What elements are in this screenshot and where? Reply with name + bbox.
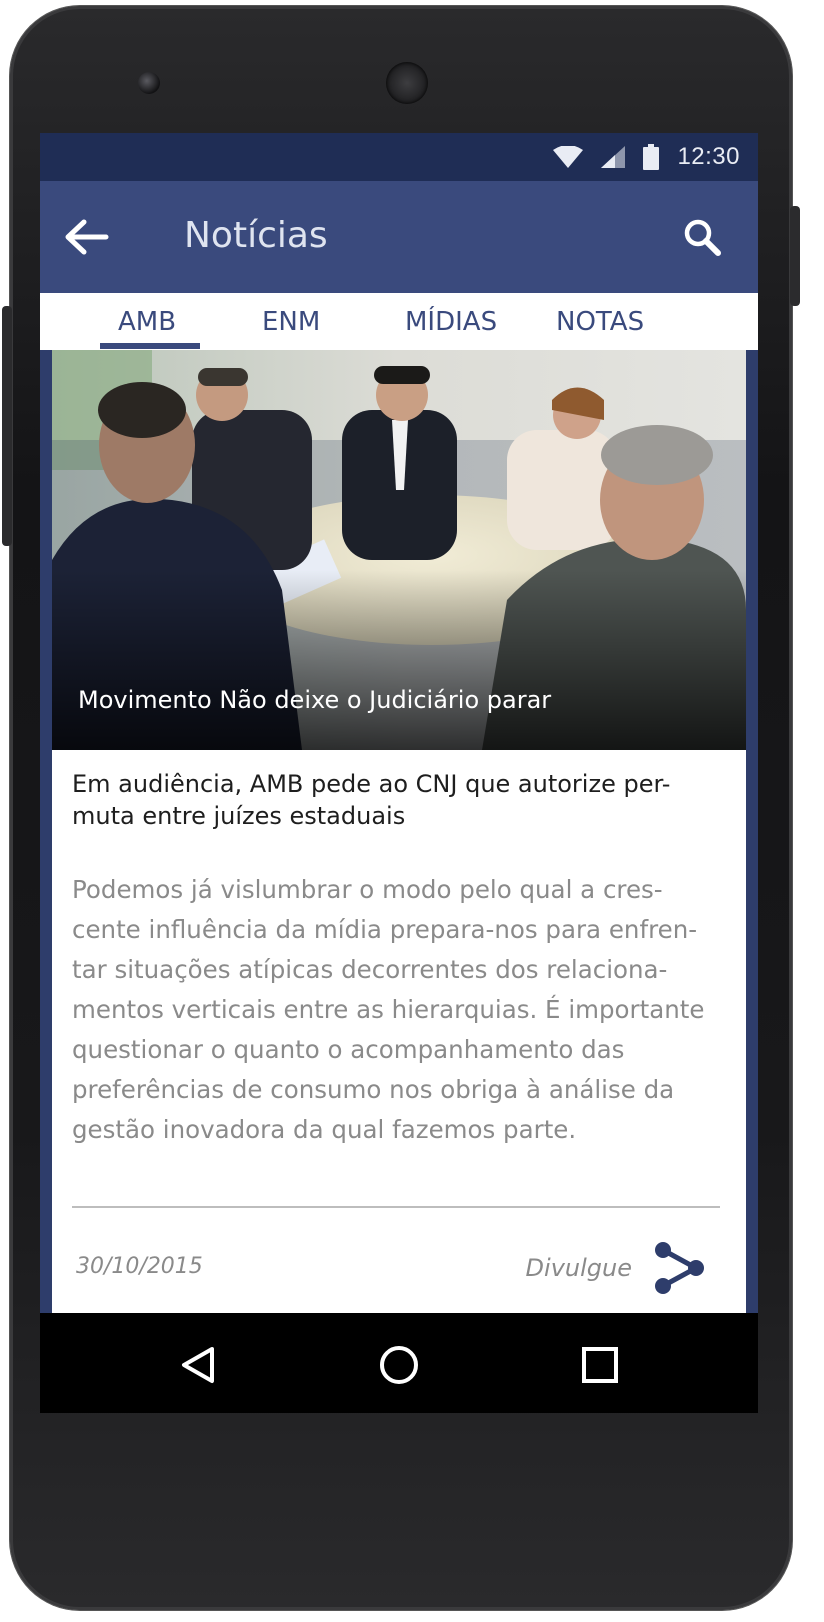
nav-back-icon[interactable] <box>176 1343 220 1387</box>
back-arrow-icon[interactable] <box>62 217 110 257</box>
volume-button <box>2 306 12 546</box>
active-tab-indicator <box>100 343 200 349</box>
nav-home-icon[interactable] <box>377 1343 421 1387</box>
headline-line: Em audiência, AMB pede ao CNJ que autori… <box>72 770 671 798</box>
summary-line: gestão inovadora da qual fazemos parte. <box>72 1115 577 1144</box>
wifi-icon <box>553 146 584 168</box>
status-bar: 12:30 <box>40 133 758 181</box>
app-bar: Notícias <box>40 181 758 293</box>
headline-line: muta entre juízes estaduais <box>72 802 406 830</box>
article-date: 30/10/2015 <box>76 1254 203 1279</box>
divider <box>72 1206 720 1208</box>
summary-line: tar situações atípicas decorrentes dos r… <box>72 955 668 984</box>
screen: 12:30 Notícias AMB ENM MÍDIAS NOTAS Movi… <box>40 133 758 1313</box>
front-camera <box>138 72 160 94</box>
summary-line: Podemos já vislumbrar o modo pelo qual a… <box>72 875 663 904</box>
summary-line: mentos verticais entre as hierarquias. É… <box>72 995 705 1024</box>
earpiece-speaker <box>386 62 428 104</box>
nav-recents-icon[interactable] <box>578 1343 622 1387</box>
photo-caption: Movimento Não deixe o Judiciário parar <box>78 686 552 714</box>
clock: 12:30 <box>677 143 740 170</box>
tab-bar: AMB ENM MÍDIAS NOTAS <box>40 293 758 350</box>
share-label: Divulgue <box>525 1254 632 1282</box>
article-headline[interactable]: Em audiência, AMB pede ao CNJ que autori… <box>72 768 722 832</box>
signal-icon <box>601 146 626 168</box>
tab-enm[interactable]: ENM <box>262 307 320 337</box>
page-title: Notícias <box>184 215 328 256</box>
battery-icon <box>643 144 660 170</box>
tab-notas[interactable]: NOTAS <box>556 307 644 337</box>
summary-line: preferências de consumo nos obriga à aná… <box>72 1075 675 1104</box>
article-summary: Podemos já vislumbrar o modo pelo qual a… <box>72 870 726 1150</box>
power-button <box>790 206 800 306</box>
tab-midias[interactable]: MÍDIAS <box>405 307 497 337</box>
search-icon[interactable] <box>682 217 722 257</box>
tab-amb[interactable]: AMB <box>118 307 176 337</box>
summary-line: cente influência da mídia prepara-nos pa… <box>72 915 698 944</box>
news-card[interactable]: Movimento Não deixe o Judiciário parar E… <box>52 350 746 1313</box>
news-photo[interactable]: Movimento Não deixe o Judiciário parar <box>52 350 746 750</box>
summary-line: questionar o quanto o acompanhamento das <box>72 1035 625 1064</box>
share-icon[interactable] <box>654 1240 706 1296</box>
system-nav-bar <box>40 1313 758 1413</box>
share-button[interactable]: Divulgue <box>526 1240 706 1296</box>
